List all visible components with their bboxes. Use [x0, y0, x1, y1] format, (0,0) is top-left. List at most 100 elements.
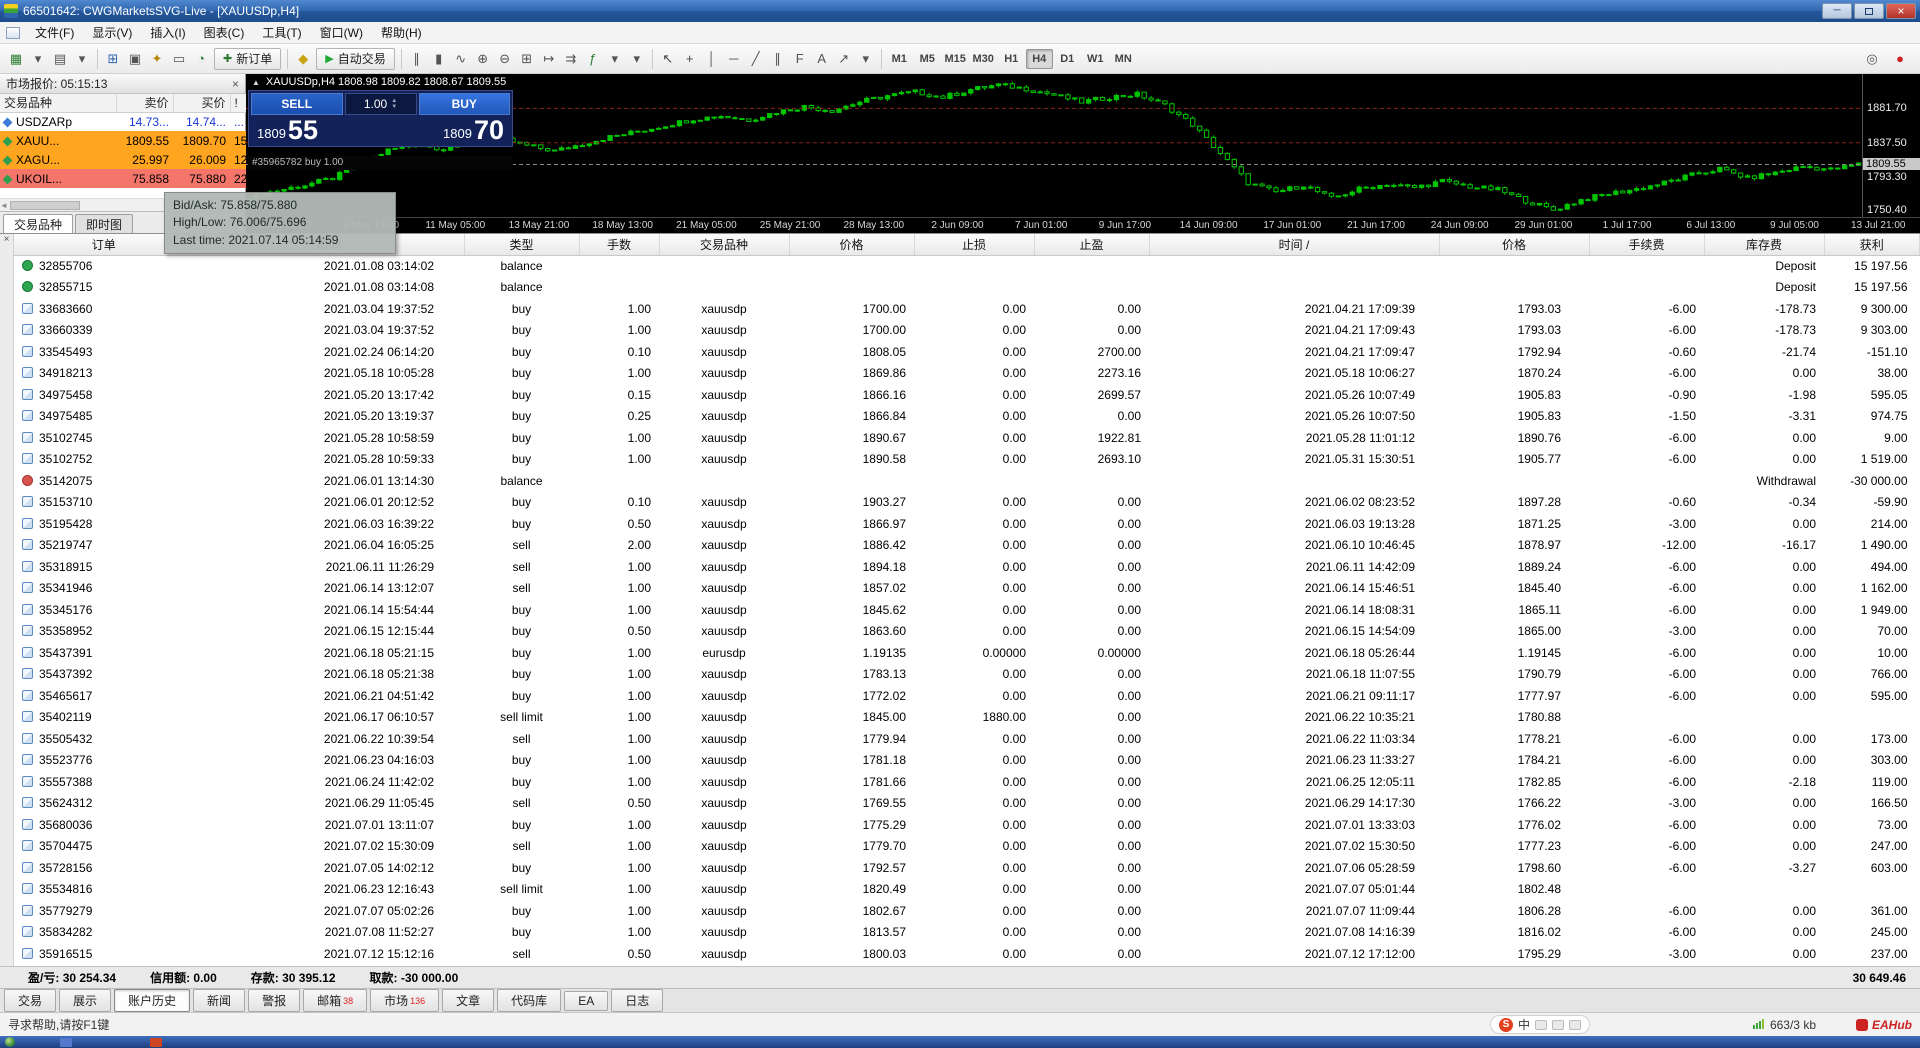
trendline-icon[interactable]: ╱ — [745, 48, 767, 70]
channel-icon[interactable]: ∥ — [767, 48, 789, 70]
history-row[interactable]: 35779279 2021.07.07 05:02:26 buy 1.00 xauusd… — [14, 900, 1920, 922]
tile-windows-icon[interactable]: ⊞ — [516, 48, 538, 70]
market-watch-close-icon[interactable]: × — [232, 77, 239, 91]
data-window-icon[interactable]: ▣ — [124, 48, 146, 70]
history-col-6[interactable]: 止损 — [914, 234, 1035, 256]
scroll-thumb[interactable] — [9, 200, 80, 210]
ime-logo-icon[interactable]: S — [1498, 1017, 1513, 1032]
history-row[interactable]: 34975485 2021.05.20 13:19:37 buy 0.25 xauusd… — [14, 406, 1920, 428]
chart-shift-icon[interactable]: ⇉ — [560, 48, 582, 70]
lot-decrease-icon[interactable]: ▼ — [391, 104, 397, 110]
navigator-icon[interactable]: ✦ — [146, 48, 168, 70]
minimize-button[interactable]: ─ — [1822, 3, 1852, 19]
terminal-tab-交易[interactable]: 交易 — [4, 989, 57, 1012]
indicators-icon[interactable]: ƒ — [582, 48, 604, 70]
text-label-icon[interactable]: A — [811, 48, 833, 70]
vertical-line-icon[interactable]: │ — [701, 48, 723, 70]
market-watch-tab-symbols[interactable]: 交易品种 — [3, 214, 74, 233]
close-button[interactable]: × — [1886, 3, 1916, 19]
start-orb-icon[interactable] — [5, 1037, 15, 1047]
menu-item-v[interactable]: 显示(V) — [83, 23, 141, 43]
history-col-11[interactable]: 库存费 — [1704, 234, 1825, 256]
history-col-4[interactable]: 交易品种 — [659, 234, 790, 256]
menu-item-t[interactable]: 工具(T) — [253, 23, 310, 43]
history-row[interactable]: 35318915 2021.06.11 11:26:29 sell 1.00 xauus… — [14, 556, 1920, 578]
market-watch-row[interactable]: USDZARp 14.73... 14.74...... — [0, 112, 246, 131]
lot-size-field[interactable]: 1.00 ▲ ▼ — [344, 93, 417, 115]
objects-dropdown-icon[interactable]: ▾ — [855, 48, 877, 70]
ime-punct-icon[interactable] — [1535, 1019, 1547, 1030]
history-row[interactable]: 33545493 2021.02.24 06:14:20 buy 0.10 xauusd… — [14, 341, 1920, 363]
terminal-tab-日志[interactable]: 日志 — [611, 989, 664, 1012]
history-col-5[interactable]: 价格 — [789, 234, 915, 256]
history-row[interactable]: 35341946 2021.06.14 13:12:07 sell 1.00 xauus… — [14, 578, 1920, 600]
timeframe-m1[interactable]: M1 — [886, 49, 913, 69]
restore-button[interactable] — [1854, 3, 1884, 19]
history-row[interactable]: 35465617 2021.06.21 04:51:42 buy 1.00 xauusd… — [14, 685, 1920, 707]
record-icon[interactable]: ● — [1889, 48, 1911, 70]
templates-dropdown-icon[interactable]: ▾ — [626, 48, 648, 70]
history-row[interactable]: 33660339 2021.03.04 19:37:52 buy 1.00 xauusd… — [14, 320, 1920, 342]
buy-button[interactable]: BUY — [418, 93, 510, 115]
timeframe-mn[interactable]: MN — [1110, 49, 1137, 69]
trade-panel-toggle-icon[interactable]: ▲ — [252, 78, 260, 87]
history-row[interactable]: 35195428 2021.06.03 16:39:22 buy 0.50 xauusd… — [14, 513, 1920, 535]
ime-keyboard-icon[interactable] — [1552, 1019, 1564, 1030]
terminal-close-icon[interactable]: × — [4, 234, 10, 245]
crosshair-icon[interactable]: + — [679, 48, 701, 70]
mw-col-ask[interactable]: 买价 — [173, 94, 231, 113]
history-col-2[interactable]: 类型 — [464, 234, 580, 256]
candle-chart-icon[interactable]: ▮ — [428, 48, 450, 70]
history-col-12[interactable]: 获利 — [1824, 234, 1920, 256]
menu-item-i[interactable]: 插入(I) — [141, 23, 194, 43]
history-row[interactable]: 35916515 2021.07.12 15:12:16 sell 0.50 xauus… — [14, 943, 1920, 965]
history-row[interactable]: 35219747 2021.06.04 16:05:25 sell 2.00 xauus… — [14, 535, 1920, 557]
history-row[interactable]: 35102752 2021.05.28 10:59:33 buy 1.00 xauusd… — [14, 449, 1920, 471]
cursor-icon[interactable]: ↖ — [657, 48, 679, 70]
history-row[interactable]: 35102745 2021.05.28 10:58:59 buy 1.00 xauusd… — [14, 427, 1920, 449]
search-icon[interactable]: ◎ — [1861, 48, 1883, 70]
terminal-tab-警报[interactable]: 警报 — [248, 989, 301, 1012]
history-row[interactable]: 34975458 2021.05.20 13:17:42 buy 0.15 xauusd… — [14, 384, 1920, 406]
terminal-tab-新闻[interactable]: 新闻 — [193, 989, 246, 1012]
new-chart-icon[interactable]: ▦ — [5, 48, 27, 70]
mw-col-extra[interactable]: ! — [230, 94, 247, 113]
strategy-tester-icon[interactable]: ◔ — [190, 48, 212, 70]
terminal-tab-文章[interactable]: 文章 — [442, 989, 495, 1012]
history-row[interactable]: 34918213 2021.05.18 10:05:28 buy 1.00 xauusd… — [14, 363, 1920, 385]
price-scale[interactable]: 1881.70 1837.50 1793.30 1750.40 1809.55 — [1862, 74, 1920, 217]
scroll-left-icon[interactable]: ◄ — [0, 201, 8, 210]
timeframe-m30[interactable]: M30 — [970, 49, 997, 69]
history-row[interactable]: 35728156 2021.07.05 14:02:12 buy 1.00 xauusd… — [14, 857, 1920, 879]
market-watch-tab-tick[interactable]: 即时图 — [75, 214, 134, 233]
timeframe-d1[interactable]: D1 — [1054, 49, 1081, 69]
zoom-out-icon[interactable]: ⊖ — [494, 48, 516, 70]
history-row[interactable]: 35142075 2021.06.01 13:14:30 balance Withdr… — [14, 470, 1920, 492]
history-row[interactable]: 35704475 2021.07.02 15:30:09 sell 1.00 xauus… — [14, 836, 1920, 858]
market-watch-row[interactable]: UKOIL... 75.858 75.880 22 — [0, 169, 246, 188]
taskbar-app1-icon[interactable] — [60, 1038, 72, 1047]
history-row[interactable]: 35402119 2021.06.17 06:10:57 sell limit 1.0… — [14, 707, 1920, 729]
timeframe-h1[interactable]: H1 — [998, 49, 1025, 69]
history-col-3[interactable]: 手数 — [579, 234, 660, 256]
history-row[interactable]: 35680036 2021.07.01 13:11:07 buy 1.00 xauusd… — [14, 814, 1920, 836]
market-watch-row[interactable]: XAGU... 25.997 26.009 12 — [0, 150, 246, 169]
timeframe-w1[interactable]: W1 — [1082, 49, 1109, 69]
ime-toolbar[interactable]: S 中 — [1489, 1015, 1590, 1034]
terminal-tab-邮箱[interactable]: 邮箱 38 — [303, 989, 368, 1012]
chart-dropdown-icon[interactable]: ▾ — [27, 48, 49, 70]
taskbar-app2-icon[interactable] — [150, 1038, 162, 1047]
history-row[interactable]: 35437392 2021.06.18 05:21:38 buy 1.00 xauusd… — [14, 664, 1920, 686]
horizontal-line-icon[interactable]: ─ — [723, 48, 745, 70]
menu-item-c[interactable]: 图表(C) — [195, 23, 254, 43]
terminal-tab-展示[interactable]: 展示 — [59, 989, 112, 1012]
history-row[interactable]: 35534816 2021.06.23 12:16:43 sell limit 1.0… — [14, 879, 1920, 901]
menu-item-w[interactable]: 窗口(W) — [311, 23, 372, 43]
terminal-tab-市场[interactable]: 市场 136 — [370, 989, 440, 1012]
ime-settings-icon[interactable] — [1569, 1019, 1581, 1030]
sell-button[interactable]: SELL — [251, 93, 343, 115]
bar-chart-icon[interactable]: ∥ — [406, 48, 428, 70]
market-watch-icon[interactable]: ⊞ — [102, 48, 124, 70]
chart-canvas[interactable]: ▲ XAUUSDp,H4 1808.98 1809.82 1808.67 180… — [246, 74, 1862, 217]
line-chart-icon[interactable]: ∿ — [450, 48, 472, 70]
